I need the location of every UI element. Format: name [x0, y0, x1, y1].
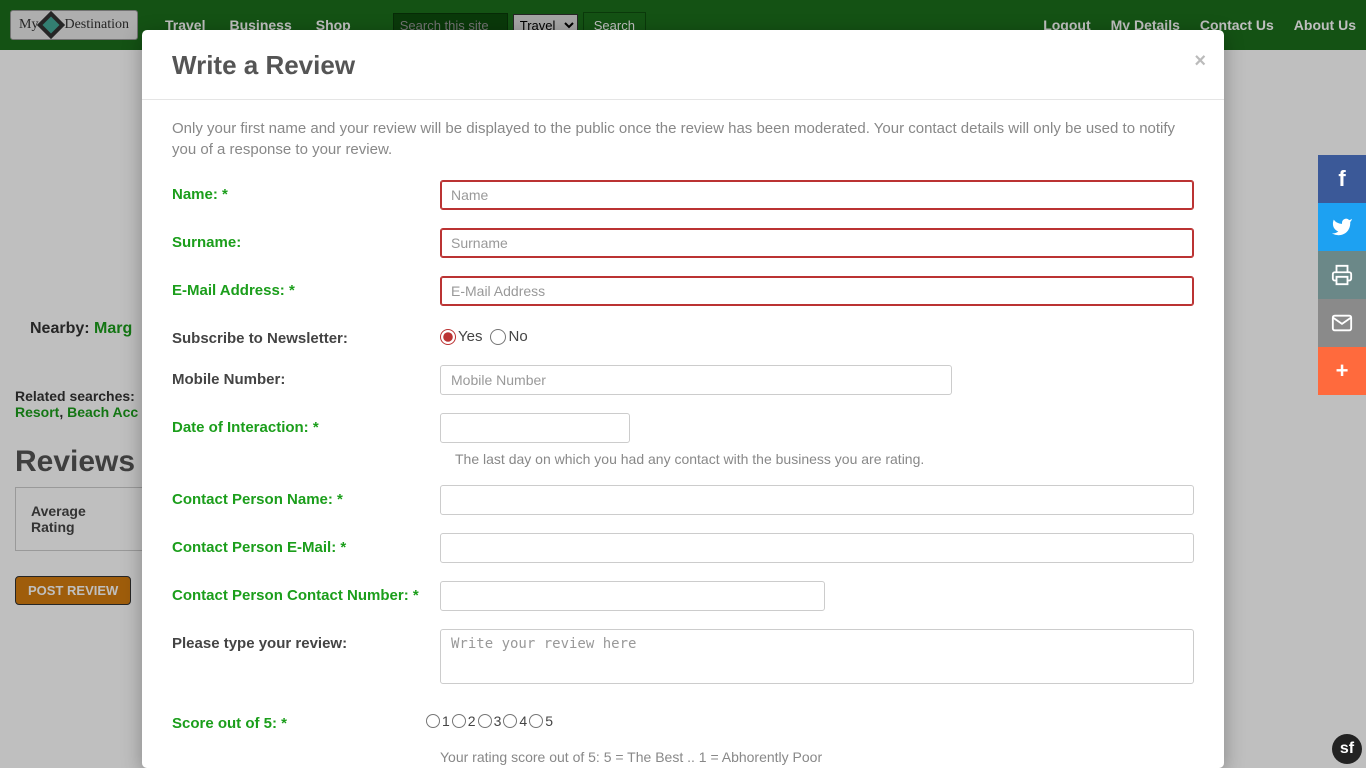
surname-input[interactable]: [440, 228, 1194, 258]
score-helper: Your rating score out of 5: 5 = The Best…: [440, 749, 1194, 765]
score-5-label: 5: [545, 713, 553, 729]
mail-icon[interactable]: [1318, 299, 1366, 347]
review-text-label: Please type your review:: [172, 629, 440, 652]
share-sidebar: f +: [1318, 155, 1366, 395]
score-3-radio[interactable]: [478, 714, 492, 728]
name-input[interactable]: [440, 180, 1194, 210]
score-2-label: 2: [468, 713, 476, 729]
email-input[interactable]: [440, 276, 1194, 306]
newsletter-label: Subscribe to Newsletter:: [172, 324, 440, 347]
contact-person-number-input[interactable]: [440, 581, 825, 611]
write-review-modal: × Write a Review Only your first name an…: [142, 30, 1224, 768]
newsletter-no-radio[interactable]: [490, 329, 506, 345]
modal-intro: Only your first name and your review wil…: [172, 118, 1194, 160]
twitter-icon[interactable]: [1318, 203, 1366, 251]
divider: [142, 99, 1224, 100]
score-5-radio[interactable]: [529, 714, 543, 728]
modal-overlay: × Write a Review Only your first name an…: [0, 0, 1366, 768]
score-4-label: 4: [519, 713, 527, 729]
score-label: Score out of 5: *: [172, 709, 440, 732]
name-label: Name: *: [172, 180, 440, 203]
contact-person-name-input[interactable]: [440, 485, 1194, 515]
facebook-icon[interactable]: f: [1318, 155, 1366, 203]
contact-person-email-label: Contact Person E-Mail: *: [172, 533, 440, 556]
symfony-badge-icon[interactable]: sf: [1332, 734, 1362, 764]
review-textarea[interactable]: [440, 629, 1194, 684]
score-2-radio[interactable]: [452, 714, 466, 728]
newsletter-no-label: No: [508, 328, 527, 345]
close-icon[interactable]: ×: [1194, 50, 1206, 73]
newsletter-yes-radio[interactable]: [440, 329, 456, 345]
date-input[interactable]: [440, 413, 630, 443]
print-icon[interactable]: [1318, 251, 1366, 299]
date-helper: The last day on which you had any contac…: [455, 451, 1194, 467]
contact-person-name-label: Contact Person Name: *: [172, 485, 440, 508]
contact-person-email-input[interactable]: [440, 533, 1194, 563]
score-3-label: 3: [494, 713, 502, 729]
score-1-label: 1: [442, 713, 450, 729]
score-4-radio[interactable]: [503, 714, 517, 728]
plus-icon[interactable]: +: [1318, 347, 1366, 395]
surname-label: Surname:: [172, 228, 440, 251]
score-1-radio[interactable]: [426, 714, 440, 728]
contact-person-number-label: Contact Person Contact Number: *: [172, 581, 440, 604]
email-label: E-Mail Address: *: [172, 276, 440, 299]
modal-title: Write a Review: [172, 50, 1194, 81]
mobile-input[interactable]: [440, 365, 952, 395]
newsletter-yes-label: Yes: [458, 328, 482, 345]
date-label: Date of Interaction: *: [172, 413, 440, 436]
mobile-label: Mobile Number:: [172, 365, 440, 388]
